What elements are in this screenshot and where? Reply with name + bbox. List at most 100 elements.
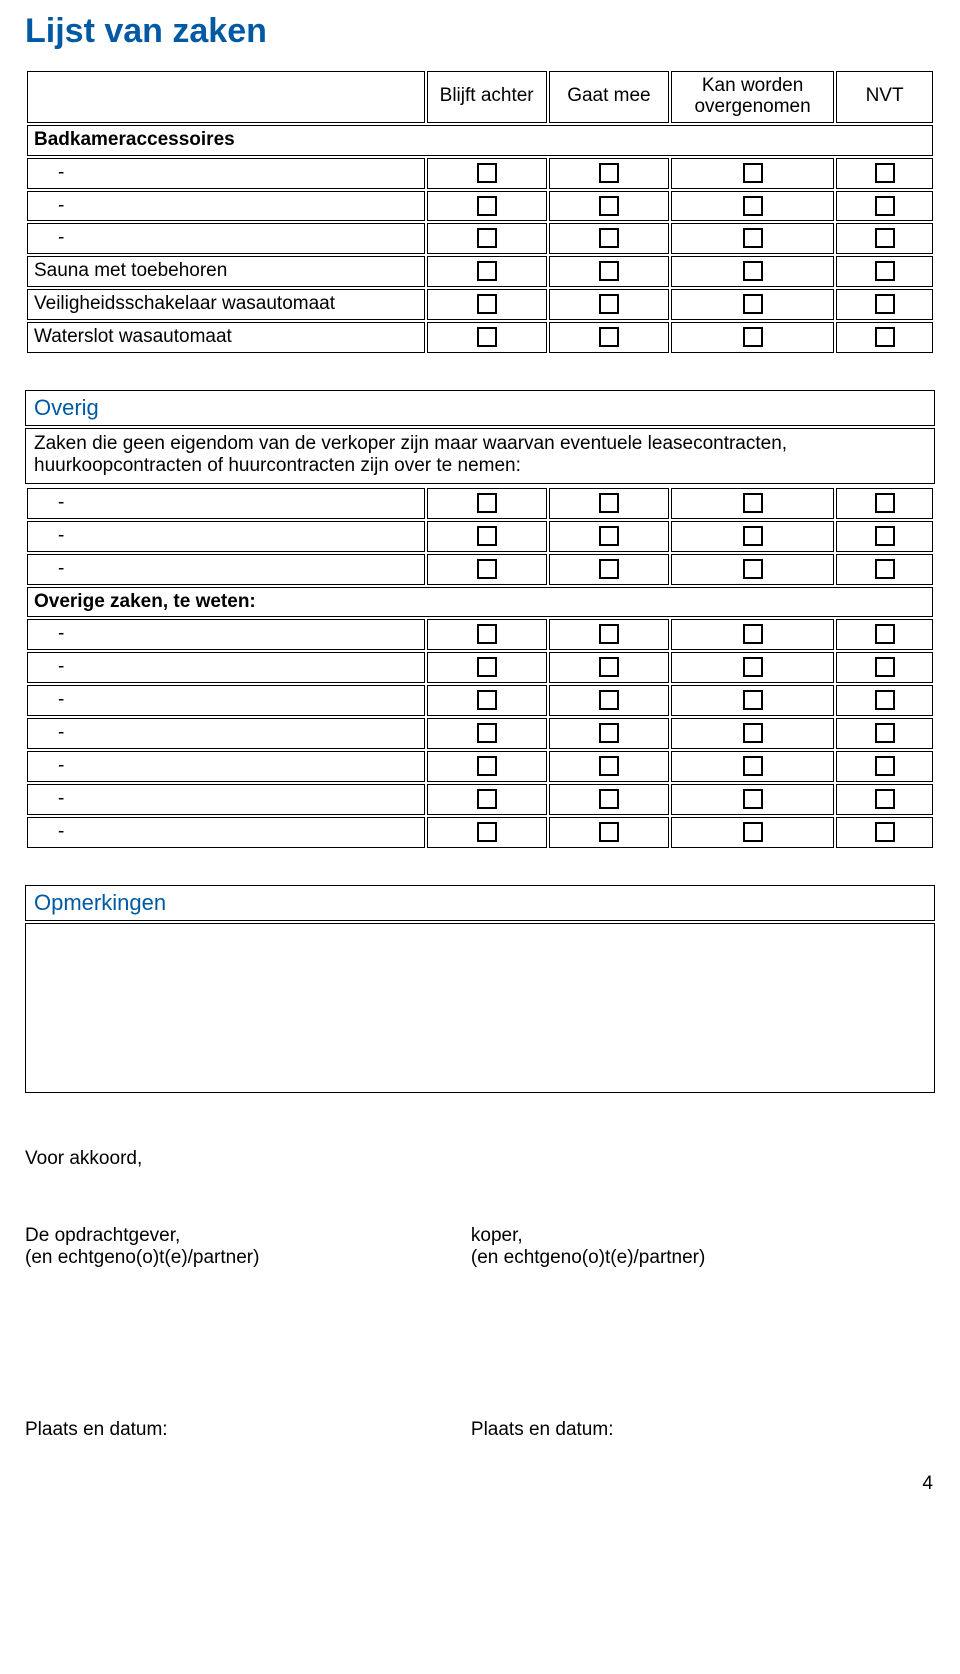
row-label: -: [27, 619, 425, 650]
row-label: -: [27, 817, 425, 848]
checkbox[interactable]: [743, 789, 763, 809]
row-label: -: [27, 223, 425, 254]
table-row: -: [27, 652, 933, 683]
checkbox[interactable]: [875, 657, 895, 677]
row-label: -: [27, 158, 425, 189]
checkbox[interactable]: [477, 789, 497, 809]
checkbox[interactable]: [875, 294, 895, 314]
opmerkingen-box[interactable]: [25, 923, 935, 1093]
checkbox[interactable]: [743, 690, 763, 710]
checkbox[interactable]: [743, 723, 763, 743]
checkbox[interactable]: [477, 294, 497, 314]
checkbox[interactable]: [875, 624, 895, 644]
checkbox[interactable]: [875, 690, 895, 710]
checkbox[interactable]: [743, 163, 763, 183]
checkbox[interactable]: [477, 196, 497, 216]
checkbox[interactable]: [477, 756, 497, 776]
checkbox[interactable]: [875, 756, 895, 776]
checkbox[interactable]: [599, 756, 619, 776]
row-label: -: [27, 784, 425, 815]
table-row: -: [27, 158, 933, 189]
checkbox[interactable]: [477, 228, 497, 248]
overig-heading: Overig: [25, 390, 935, 426]
checkbox[interactable]: [477, 657, 497, 677]
checkbox[interactable]: [875, 327, 895, 347]
row-sauna: Sauna met toebehoren: [27, 256, 933, 287]
row-label: -: [27, 521, 425, 552]
opmerkingen-heading: Opmerkingen: [25, 885, 935, 921]
checkbox[interactable]: [875, 261, 895, 281]
checkbox[interactable]: [477, 690, 497, 710]
col-kan-worden: Kan worden overgenomen: [671, 71, 834, 123]
checkbox[interactable]: [743, 196, 763, 216]
checkbox[interactable]: [477, 559, 497, 579]
checkbox[interactable]: [599, 163, 619, 183]
header-row: Blijft achter Gaat mee Kan worden overge…: [27, 71, 933, 123]
opdrachtgever-partner-label: (en echtgeno(o)t(e)/partner): [25, 1247, 471, 1269]
checkbox[interactable]: [875, 822, 895, 842]
checkbox[interactable]: [875, 723, 895, 743]
checkbox[interactable]: [599, 228, 619, 248]
checkbox[interactable]: [599, 559, 619, 579]
checkbox[interactable]: [599, 690, 619, 710]
checkbox[interactable]: [599, 526, 619, 546]
checkbox[interactable]: [477, 261, 497, 281]
checkbox[interactable]: [599, 789, 619, 809]
checkbox[interactable]: [599, 294, 619, 314]
checkbox[interactable]: [743, 559, 763, 579]
checkbox[interactable]: [599, 657, 619, 677]
page-title: Lijst van zaken: [25, 12, 935, 51]
checkbox[interactable]: [875, 196, 895, 216]
checkbox[interactable]: [743, 228, 763, 248]
table-row: -: [27, 784, 933, 815]
checkbox[interactable]: [477, 163, 497, 183]
checkbox[interactable]: [743, 294, 763, 314]
checkbox[interactable]: [599, 327, 619, 347]
plaats-datum-right: Plaats en datum:: [471, 1419, 935, 1441]
table-row: -: [27, 619, 933, 650]
checkbox[interactable]: [477, 493, 497, 513]
checkbox[interactable]: [743, 756, 763, 776]
checkbox[interactable]: [599, 196, 619, 216]
checkbox[interactable]: [743, 261, 763, 281]
checkbox[interactable]: [743, 657, 763, 677]
checkbox[interactable]: [743, 822, 763, 842]
header-empty: [27, 71, 425, 123]
row-label: -: [27, 751, 425, 782]
checkbox[interactable]: [477, 327, 497, 347]
table-row: -: [27, 751, 933, 782]
table-row: -: [27, 685, 933, 716]
koper-partner-label: (en echtgeno(o)t(e)/partner): [471, 1247, 935, 1269]
checkbox[interactable]: [599, 723, 619, 743]
checkbox[interactable]: [477, 526, 497, 546]
checkbox[interactable]: [599, 261, 619, 281]
group-badkamer: Badkameraccessoires: [27, 125, 933, 156]
table-row: -: [27, 521, 933, 552]
row-label: Sauna met toebehoren: [27, 256, 425, 287]
row-label: -: [27, 554, 425, 585]
checkbox[interactable]: [875, 493, 895, 513]
page-number: 4: [25, 1473, 935, 1495]
checkbox[interactable]: [875, 228, 895, 248]
row-label: -: [27, 652, 425, 683]
checkbox[interactable]: [875, 789, 895, 809]
checkbox[interactable]: [875, 163, 895, 183]
row-label: -: [27, 718, 425, 749]
voor-akkoord-label: Voor akkoord,: [25, 1148, 935, 1170]
checkbox[interactable]: [599, 822, 619, 842]
opdrachtgever-label: De opdrachtgever,: [25, 1225, 471, 1247]
group-overige-zaken: Overige zaken, te weten:: [27, 587, 933, 618]
checkbox[interactable]: [477, 723, 497, 743]
checkbox[interactable]: [743, 624, 763, 644]
items-table-1: Blijft achter Gaat mee Kan worden overge…: [25, 69, 935, 355]
checkbox[interactable]: [875, 526, 895, 546]
checkbox[interactable]: [477, 624, 497, 644]
checkbox[interactable]: [743, 493, 763, 513]
checkbox[interactable]: [599, 493, 619, 513]
checkbox[interactable]: [599, 624, 619, 644]
checkbox[interactable]: [743, 526, 763, 546]
checkbox[interactable]: [743, 327, 763, 347]
table-row: -: [27, 554, 933, 585]
checkbox[interactable]: [477, 822, 497, 842]
checkbox[interactable]: [875, 559, 895, 579]
